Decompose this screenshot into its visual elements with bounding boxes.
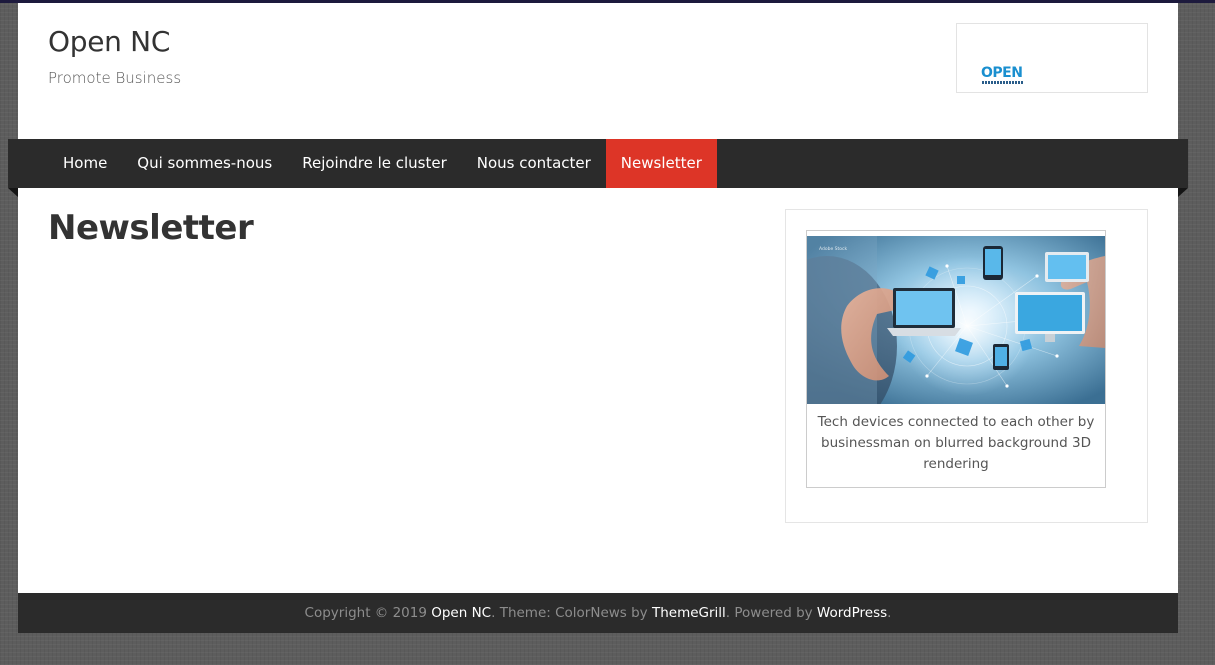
svg-text:Adobe Stock: Adobe Stock <box>819 246 848 252</box>
site-tagline: Promote Business <box>48 69 182 87</box>
footer-themegrill-link[interactable]: ThemeGrill <box>652 605 726 621</box>
header-logo[interactable]: OPEN <box>956 23 1148 93</box>
nav-fold-left <box>8 188 18 197</box>
image-caption: Tech devices connected to each other by … <box>817 414 1095 472</box>
footer-theme-text: . Theme: ColorNews by <box>491 605 652 621</box>
image-figure: Adobe Stock Tech devices connected to ea… <box>806 230 1106 488</box>
sidebar-image-widget: Adobe Stock Tech devices connected to ea… <box>785 209 1148 523</box>
nav-item-home[interactable]: Home <box>48 139 122 188</box>
footer-wordpress-link[interactable]: WordPress <box>817 605 887 621</box>
nav-item-nous-contacter[interactable]: Nous contacter <box>462 139 606 188</box>
nav-item-newsletter[interactable]: Newsletter <box>605 139 717 188</box>
page-title: Newsletter <box>48 208 254 248</box>
nav-fold-right <box>1178 188 1188 197</box>
footer-site-link[interactable]: Open NC <box>431 605 491 621</box>
nav-menu: Home Qui sommes-nous Rejoindre le cluste… <box>48 139 717 188</box>
footer-end: . <box>887 605 892 621</box>
tech-devices-image[interactable]: Adobe Stock <box>807 236 1105 404</box>
site-footer: Copyright © 2019 Open NC. Theme: ColorNe… <box>18 593 1178 633</box>
logo-text: OPEN <box>981 65 1023 81</box>
main-navigation: Home Qui sommes-nous Rejoindre le cluste… <box>8 139 1188 188</box>
nav-item-qui-sommes-nous[interactable]: Qui sommes-nous <box>122 139 287 188</box>
page-container: Open NC Promote Business OPEN Newsletter <box>18 3 1178 593</box>
footer-powered-text: . Powered by <box>725 605 817 621</box>
site-title[interactable]: Open NC <box>48 25 170 58</box>
nav-item-rejoindre-le-cluster[interactable]: Rejoindre le cluster <box>287 139 462 188</box>
footer-copyright: Copyright © 2019 <box>304 605 432 621</box>
logo-subtitle-mark <box>982 81 1024 84</box>
